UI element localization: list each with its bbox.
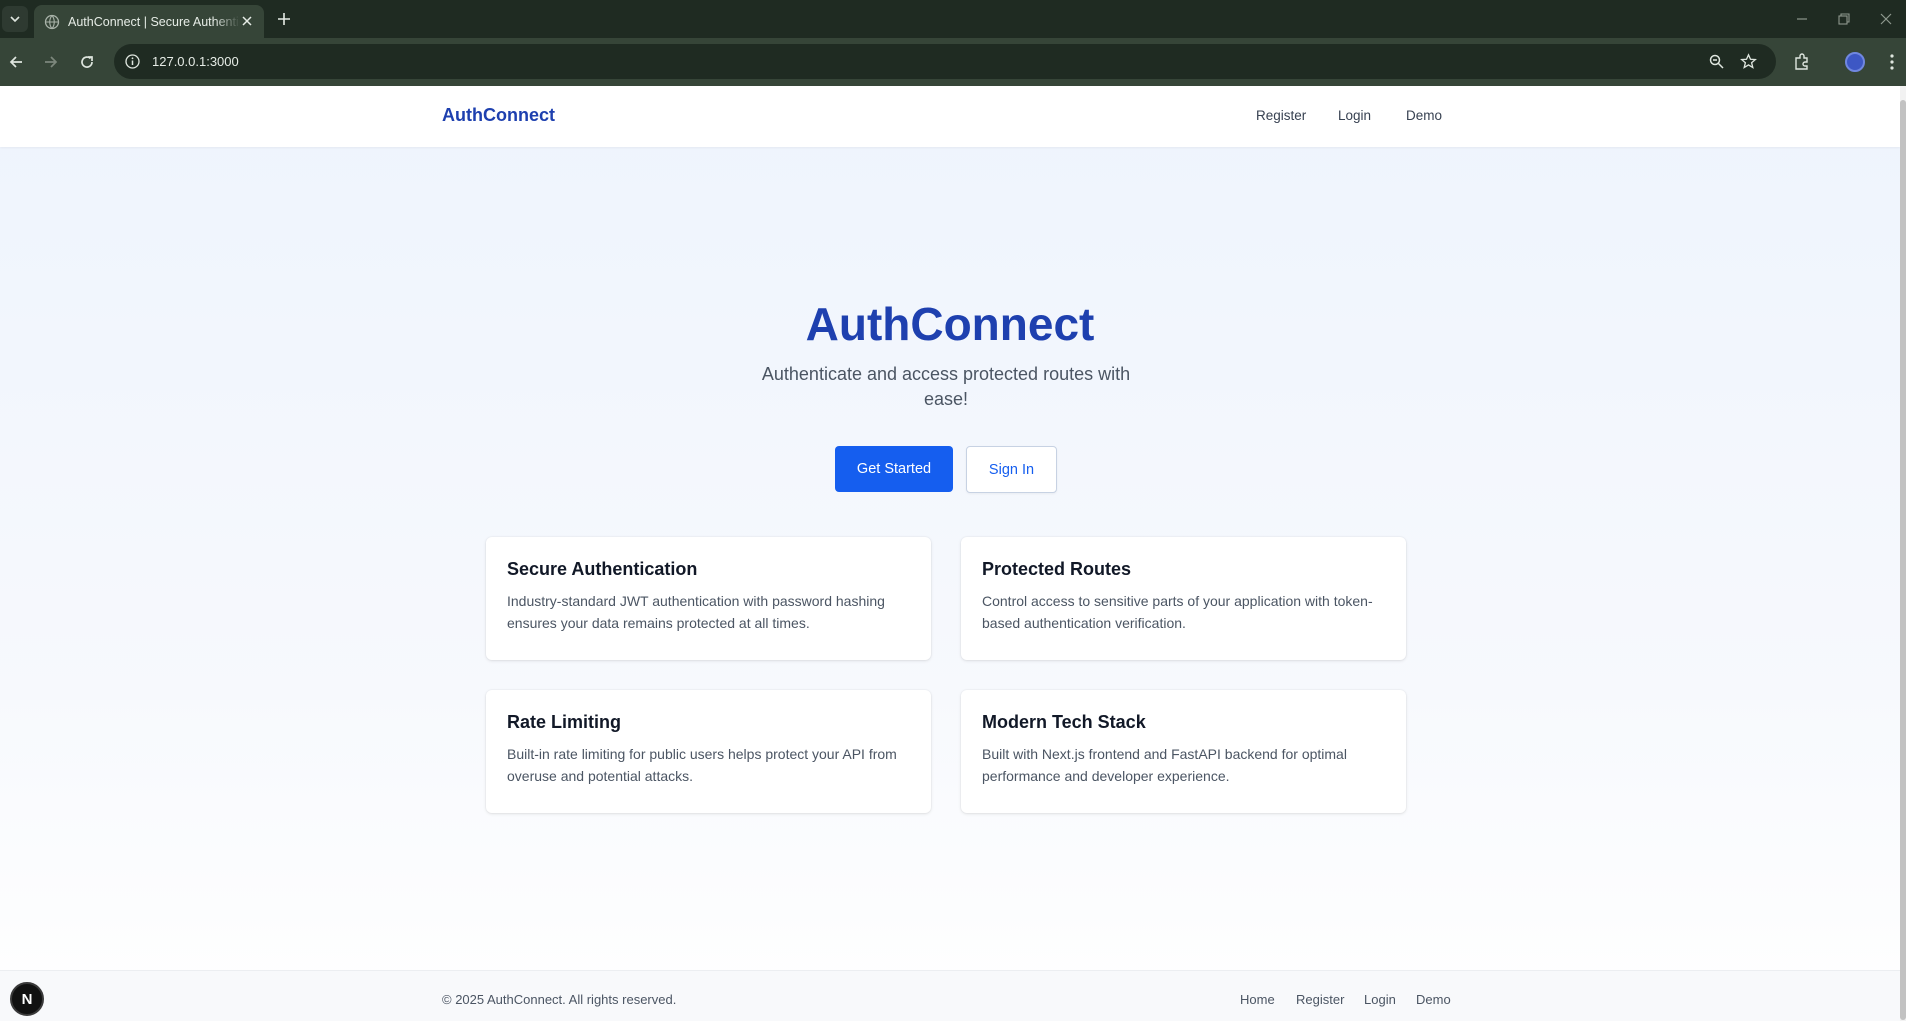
bookmark-star-icon[interactable] <box>1740 53 1757 70</box>
browser-tab[interactable]: AuthConnect | Secure Authentication <box>34 5 264 38</box>
back-arrow-icon[interactable] <box>7 53 25 71</box>
restore-icon[interactable] <box>1836 11 1852 27</box>
feature-card: Secure Authentication Industry-standard … <box>486 537 931 660</box>
tab-title: AuthConnect | Secure Authentication <box>68 14 240 29</box>
feature-title: Secure Authentication <box>507 559 698 579</box>
footer-register-link[interactable]: Register <box>1296 992 1344 1007</box>
feature-title: Protected Routes <box>982 559 1132 579</box>
close-icon[interactable] <box>240 14 254 28</box>
globe-icon <box>44 14 60 29</box>
browser-tab-strip: AuthConnect | Secure Authentication <box>0 0 1906 38</box>
more-menu-icon[interactable] <box>1882 52 1902 72</box>
brand-logo-link[interactable]: AuthConnect <box>442 105 555 126</box>
scrollbar-thumb[interactable] <box>1900 100 1906 1020</box>
nav-login-link[interactable]: Login <box>1338 108 1371 123</box>
footer-login-link[interactable]: Login <box>1364 992 1396 1007</box>
feature-description: Built-in rate limiting for public users … <box>507 746 897 784</box>
url-text: 127.0.0.1:3000 <box>152 54 239 69</box>
feature-description: Control access to sensitive parts of you… <box>982 593 1373 631</box>
address-bar[interactable]: 127.0.0.1:3000 <box>114 44 1776 79</box>
feature-card: Protected Routes Control access to sensi… <box>961 537 1406 660</box>
feature-description: Built with Next.js frontend and FastAPI … <box>982 746 1347 784</box>
footer-demo-link[interactable]: Demo <box>1416 992 1451 1007</box>
site-info-icon[interactable] <box>124 53 141 70</box>
site-footer: © 2025 AuthConnect. All rights reserved.… <box>0 970 1900 1021</box>
feature-description: Industry-standard JWT authentication wit… <box>507 593 885 631</box>
page-viewport: AuthConnect Register Login Demo AuthConn… <box>0 86 1900 1021</box>
feature-card: Modern Tech Stack Built with Next.js fro… <box>961 690 1406 813</box>
site-header: AuthConnect Register Login Demo <box>0 86 1900 147</box>
minimize-icon[interactable] <box>1794 11 1810 27</box>
get-started-button[interactable]: Get Started <box>835 446 953 492</box>
footer-home-link[interactable]: Home <box>1240 992 1275 1007</box>
feature-card: Rate Limiting Built-in rate limiting for… <box>486 690 931 813</box>
plus-icon[interactable] <box>275 10 293 28</box>
feature-title: Modern Tech Stack <box>982 712 1146 732</box>
zoom-icon[interactable] <box>1708 53 1725 70</box>
window-close-icon[interactable] <box>1878 11 1894 27</box>
extensions-icon[interactable] <box>1792 52 1812 72</box>
feature-title: Rate Limiting <box>507 712 622 732</box>
nav-register-link[interactable]: Register <box>1256 108 1306 123</box>
hero-title: AuthConnect <box>805 298 1095 350</box>
profile-avatar[interactable] <box>1845 52 1865 72</box>
chevron-down-icon <box>10 16 20 23</box>
browser-toolbar: 127.0.0.1:3000 <box>0 38 1906 86</box>
reload-icon[interactable] <box>78 53 96 71</box>
nextjs-dev-badge[interactable]: N <box>10 982 44 1016</box>
tab-search-button[interactable] <box>2 6 28 32</box>
nav-demo-link[interactable]: Demo <box>1406 108 1442 123</box>
sign-in-button[interactable]: Sign In <box>966 446 1057 493</box>
copyright-text: © 2025 AuthConnect. All rights reserved. <box>442 992 677 1007</box>
hero-subtitle: Authenticate and access protected routes… <box>761 364 1131 409</box>
forward-arrow-icon[interactable] <box>42 53 60 71</box>
